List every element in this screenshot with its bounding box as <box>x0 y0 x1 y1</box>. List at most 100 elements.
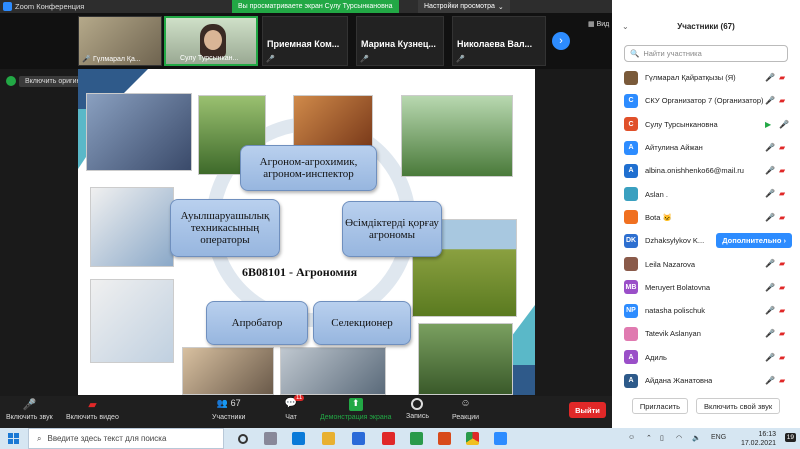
muted-mic-icon: 🎤 <box>765 189 775 199</box>
avatar <box>624 210 638 225</box>
tray-wifi-icon[interactable]: ◠ <box>676 434 682 442</box>
tray-network-icon[interactable]: ▯ <box>660 434 664 442</box>
view-toggle[interactable]: ▦ Вид <box>588 20 609 28</box>
video-off-icon: ▰ <box>88 399 97 411</box>
participant-name: albina.onishhenko66@mail.ru <box>645 166 744 176</box>
video-off-icon: ▰ <box>779 375 786 385</box>
participant-row[interactable]: Bota 🐱 🎤 ▰ <box>612 206 800 229</box>
app-icon[interactable] <box>410 432 423 445</box>
task-view-icon[interactable] <box>264 432 277 445</box>
participant-row[interactable]: А Адиль 🎤 ▰ <box>612 346 800 369</box>
next-page-arrow-icon[interactable]: › <box>552 32 570 50</box>
share-screen-button[interactable]: ⬆ Демонстрация экрана <box>320 398 392 421</box>
edge-icon[interactable] <box>292 432 305 445</box>
tray-chevron-icon[interactable]: ⌃ <box>646 434 652 442</box>
participant-status: 🎤 ▰ <box>765 329 788 338</box>
cortana-icon[interactable] <box>238 434 248 444</box>
participant-status: 🎤 ▰ <box>765 213 788 222</box>
tray-people-icon[interactable]: ☺ <box>628 434 635 441</box>
tray-time: 16:13 <box>758 431 776 438</box>
participant-list: Гүлмарал Қайратқызы (Я) 🎤 ▰ С СКУ Организато… <box>612 66 800 392</box>
sharing-banner: Вы просматриваете экран Сулу Турсынканов… <box>232 0 399 13</box>
muted-mic-icon: 🎤 <box>765 96 775 106</box>
tile-name: Гүлмарал Қа... <box>93 56 141 63</box>
chat-label: Чат <box>285 414 297 421</box>
participant-row[interactable]: А Айтулина Айжан 🎤 ▰ <box>612 136 800 159</box>
sharing-banner-text: Вы просматриваете экран Сулу Турсынканов… <box>238 3 393 10</box>
chrome-icon[interactable] <box>466 432 479 445</box>
participant-tile-active[interactable]: Сулу Турсынкан... <box>164 16 258 66</box>
muted-mic-icon: 🎤 <box>765 375 775 385</box>
participant-row[interactable]: А Айдана Жанатовна 🎤 ▰ <box>612 369 800 392</box>
zoom-logo-icon <box>3 2 12 11</box>
start-video-button[interactable]: ▰ Включить видео <box>66 398 119 421</box>
participant-name: СКУ Организатор 7 (Организатор) <box>645 96 764 106</box>
participant-tile[interactable]: Николаева Вал... 🎤 <box>452 16 546 66</box>
video-off-icon: ▰ <box>779 189 786 199</box>
participant-status: 🎤 ▰ <box>765 376 788 385</box>
participant-row[interactable]: Aslan . 🎤 ▰ <box>612 182 800 205</box>
participant-name: Dzhaksylykov K... <box>645 236 705 246</box>
muted-mic-icon: 🎤 <box>765 259 775 269</box>
taskbar-search-input[interactable]: ⌕ Введите здесь текст для поиска <box>28 428 224 449</box>
record-button[interactable]: Запись <box>406 398 429 420</box>
notification-badge[interactable]: 19 <box>784 433 796 442</box>
yandex-icon[interactable] <box>382 432 395 445</box>
participants-count: 67 <box>230 398 241 408</box>
avatar: А <box>624 350 638 365</box>
avatar: MB <box>624 280 638 295</box>
tray-language[interactable]: ENG <box>711 434 726 441</box>
participant-face-skin <box>204 30 222 50</box>
participant-row[interactable]: Гүлмарал Қайратқызы (Я) 🎤 ▰ <box>612 66 800 89</box>
avatar: DK <box>624 233 638 248</box>
invite-button[interactable]: Пригласить <box>631 398 689 414</box>
tray-clock[interactable]: 16:13 17.02.2021 <box>741 430 776 448</box>
slide-photo-classroom <box>86 93 192 171</box>
participant-status: 🎤 ▰ <box>765 259 788 268</box>
unmute-button[interactable]: 🎤 Включить звук <box>6 398 53 421</box>
slide-box-agronomist: Агроном-агрохимик, агроном-инспектор <box>240 145 377 191</box>
participant-row[interactable]: NP natasha polischuk 🎤 ▰ <box>612 299 800 322</box>
participant-status: 🎤 ▰ <box>765 189 788 198</box>
participant-row[interactable]: DK Dzhaksylykov K... Дополнительно › <box>612 229 800 252</box>
zoom-taskbar-icon[interactable] <box>494 432 507 445</box>
video-off-icon: ▰ <box>779 96 786 106</box>
avatar: А <box>624 373 638 388</box>
participant-row[interactable]: С СКУ Организатор 7 (Организатор) 🎤 ▰ <box>612 89 800 112</box>
reactions-icon: ☺ <box>460 398 471 409</box>
slide-box-approbator: Апробатор <box>206 301 308 345</box>
participant-row[interactable]: С Сулу Турсынкановна ▶ 🎤 <box>612 113 800 136</box>
muted-mic-icon: 🎤 <box>765 282 775 292</box>
file-explorer-icon[interactable] <box>322 432 335 445</box>
participants-button[interactable]: 👥 67 Участники <box>212 398 245 421</box>
participant-search-input[interactable]: 🔍 Найти участника <box>624 45 788 62</box>
participant-name: Tatevik Aslanyan <box>645 329 701 339</box>
slide-box-breeder: Селекционер <box>313 301 411 345</box>
participant-name: Bota 🐱 <box>645 212 672 222</box>
windows-start-icon[interactable] <box>8 433 19 444</box>
tray-volume-icon[interactable]: 🔈 <box>692 434 701 442</box>
chat-button[interactable]: 💬 11 Чат <box>284 395 305 421</box>
participant-tile[interactable]: Марина Кузнец... 🎤 <box>356 16 444 66</box>
slide-photo-lab <box>90 187 174 267</box>
mail-icon[interactable] <box>352 432 365 445</box>
muted-mic-icon: 🎤 <box>765 142 775 152</box>
office-icon[interactable] <box>438 432 451 445</box>
view-options-button[interactable]: Настройки просмотра ⌄ <box>418 0 510 13</box>
participant-row[interactable]: Aalbina.onishhenko66@mail.ru 🎤 ▰ <box>612 159 800 182</box>
slide-photo-greenhouse <box>401 95 513 177</box>
more-options-button[interactable]: Дополнительно › <box>716 233 792 249</box>
participant-tile[interactable]: Приемная Ком... 🎤 <box>262 16 348 66</box>
record-icon <box>411 398 424 410</box>
participant-row[interactable]: MB Meruyert Bolatovna 🎤 ▰ <box>612 276 800 299</box>
share-screen-icon: ⬆ <box>348 398 363 411</box>
participant-row[interactable]: Leila Nazarova 🎤 ▰ <box>612 252 800 275</box>
leave-button[interactable]: Выйти <box>569 402 606 418</box>
unmute-self-button[interactable]: Включить свой звук <box>696 398 781 414</box>
participant-status: 🎤 ▰ <box>765 96 788 105</box>
participant-name: Сулу Турсынкановна <box>645 119 718 129</box>
window-title: Zoom Конференция <box>15 2 85 11</box>
reactions-button[interactable]: ☺ Реакции <box>452 398 479 421</box>
participant-row[interactable]: Tatevik Aslanyan 🎤 ▰ <box>612 322 800 345</box>
participant-tile[interactable]: 🎤 Гүлмарал Қа... <box>78 16 162 66</box>
